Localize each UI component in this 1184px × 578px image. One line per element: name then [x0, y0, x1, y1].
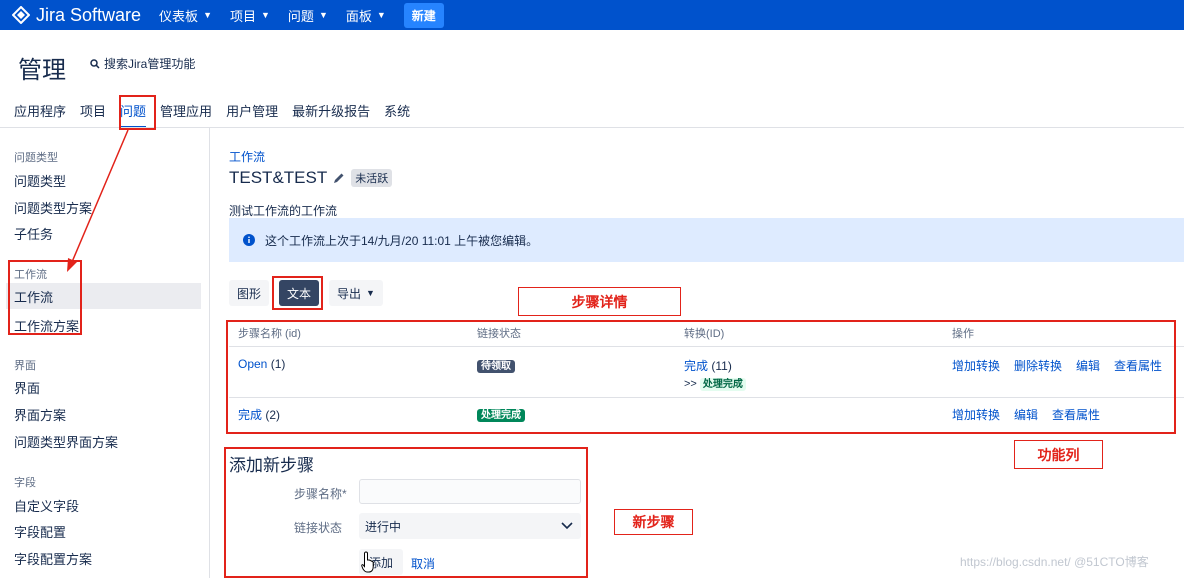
- annotation-arrow: [67, 129, 129, 272]
- watermark: https://blog.csdn.net/ @51CTO博客: [960, 555, 1149, 569]
